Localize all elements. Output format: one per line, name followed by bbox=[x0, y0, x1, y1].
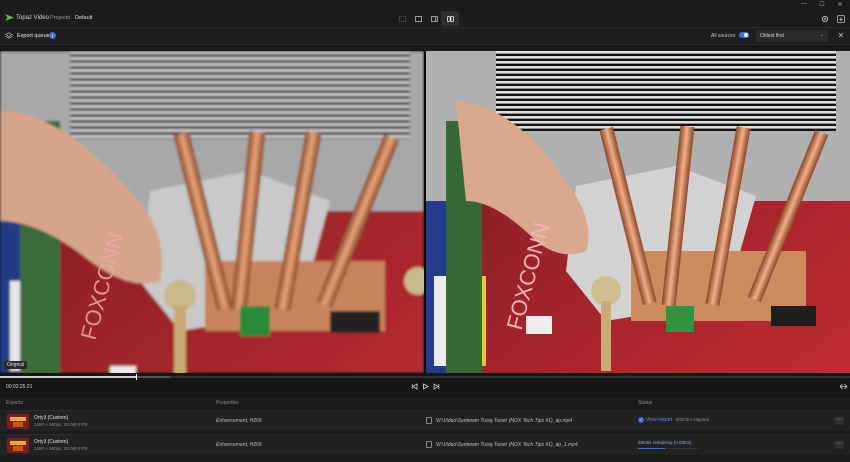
next-frame-button[interactable] bbox=[432, 382, 441, 391]
breadcrumb-projects[interactable]: Projects bbox=[50, 15, 70, 21]
export-queue-bar: Export queue 1 All sources Oldest first … bbox=[0, 28, 850, 45]
close-queue-button[interactable]: ✕ bbox=[836, 31, 846, 41]
queue-count-badge: 1 bbox=[49, 32, 56, 39]
timecode: 00:02:25:21 bbox=[6, 384, 33, 390]
export-thumbnail bbox=[7, 414, 29, 429]
column-header-status: Status bbox=[638, 400, 653, 406]
play-icon bbox=[423, 383, 429, 390]
sort-order-value: Oldest first bbox=[760, 33, 784, 39]
export-model: Orty3 (Custom) bbox=[34, 439, 69, 445]
view-export-link[interactable]: View export bbox=[646, 417, 672, 423]
app-name: Topaz Video bbox=[16, 15, 49, 21]
original-preview-pane[interactable]: FOXCONN bbox=[0, 51, 424, 373]
compare-view-button[interactable] bbox=[441, 11, 459, 26]
close-icon: ✕ bbox=[837, 1, 843, 8]
minimize-button[interactable]: — bbox=[796, 0, 812, 8]
minimize-icon: — bbox=[801, 1, 807, 7]
export-file-path[interactable]: W:\Video\Sunbeam Tuniq Tower (NOX Tech T… bbox=[436, 442, 578, 448]
enhanced-frame: FOXCONN bbox=[426, 51, 850, 373]
timeline-played bbox=[0, 376, 136, 378]
file-icon bbox=[426, 417, 432, 424]
row-more-button[interactable]: ⋯ bbox=[834, 417, 844, 425]
table-row[interactable]: Orty3 (Custom) 1280 × 960px, 30.000 FPS … bbox=[0, 410, 850, 431]
export-queue-title: Export queue bbox=[17, 33, 50, 39]
all-sources-toggle[interactable] bbox=[739, 32, 749, 38]
sort-order-select[interactable]: Oldest first ⌄ bbox=[756, 30, 828, 42]
fit-to-view-icon[interactable] bbox=[839, 382, 848, 391]
file-icon bbox=[426, 441, 432, 448]
exports-table: Exports Properties Status Orty3 (Custom)… bbox=[0, 398, 850, 462]
export-progress-fill bbox=[638, 448, 665, 449]
all-sources-label: All sources bbox=[711, 33, 736, 39]
window-close-button[interactable]: ✕ bbox=[832, 0, 848, 8]
transport-bar: 00:02:25:21 bbox=[0, 373, 850, 398]
chevron-down-icon: ⌄ bbox=[819, 32, 824, 38]
gear-icon bbox=[821, 15, 829, 23]
export-file-path[interactable]: W:\Video\Sunbeam Tuniq Tower (NOX Tech T… bbox=[436, 418, 572, 424]
export-thumbnail bbox=[7, 438, 29, 453]
export-properties: Enhancement, H265 bbox=[216, 442, 262, 448]
export-spec: 1280 × 960px, 30.000 FPS bbox=[34, 422, 88, 427]
export-model: Orty3 (Custom) bbox=[34, 415, 69, 421]
side-by-side-icon bbox=[430, 15, 438, 22]
compare-icon bbox=[446, 15, 454, 22]
column-header-exports: Exports bbox=[6, 400, 23, 406]
export-icon bbox=[837, 15, 845, 23]
check-icon: ✓ bbox=[638, 417, 644, 423]
row-more-button[interactable]: ⋯ bbox=[834, 441, 844, 449]
previous-frame-button[interactable] bbox=[410, 382, 419, 391]
export-properties: Enhancement, H265 bbox=[216, 418, 262, 424]
split-view-icon bbox=[414, 15, 422, 22]
settings-button[interactable] bbox=[820, 14, 830, 24]
original-label: Original bbox=[4, 361, 28, 369]
original-frame: FOXCONN bbox=[0, 51, 424, 373]
step-back-icon bbox=[411, 383, 418, 390]
breadcrumb-separator: / bbox=[69, 15, 71, 21]
export-spec: 1280 × 960px, 30.000 FPS bbox=[34, 446, 88, 451]
video-preview[interactable]: FOXCONN FOXCONN bbox=[0, 51, 850, 373]
close-icon: ✕ bbox=[837, 31, 845, 40]
export-elapsed: · 00h03m elapsed bbox=[673, 417, 710, 422]
playhead-handle[interactable] bbox=[136, 374, 137, 380]
timeline-track[interactable] bbox=[0, 374, 850, 380]
maximize-button[interactable]: ☐ bbox=[814, 0, 830, 8]
breadcrumb-default[interactable]: Default bbox=[75, 15, 92, 21]
table-row[interactable]: Orty3 (Custom) 1280 × 960px, 30.000 FPS … bbox=[0, 434, 850, 455]
topaz-logo-icon bbox=[5, 14, 14, 21]
column-header-properties: Properties bbox=[216, 400, 239, 406]
step-forward-icon bbox=[433, 383, 440, 390]
enhanced-preview-pane[interactable]: FOXCONN bbox=[426, 51, 850, 373]
single-view-icon bbox=[398, 15, 406, 22]
export-remaining: 02m0s remaining (0.03ms) bbox=[638, 440, 692, 445]
more-icon: ⋯ bbox=[836, 441, 842, 447]
layers-icon bbox=[5, 32, 13, 39]
export-progress-bar bbox=[638, 448, 698, 449]
more-icon: ⋯ bbox=[836, 417, 842, 423]
maximize-icon: ☐ bbox=[819, 1, 825, 8]
title-bar: Topaz Video Projects / Default — ☐ ✕ bbox=[0, 0, 850, 28]
export-panel-button[interactable] bbox=[836, 14, 846, 24]
play-button[interactable] bbox=[421, 382, 430, 391]
